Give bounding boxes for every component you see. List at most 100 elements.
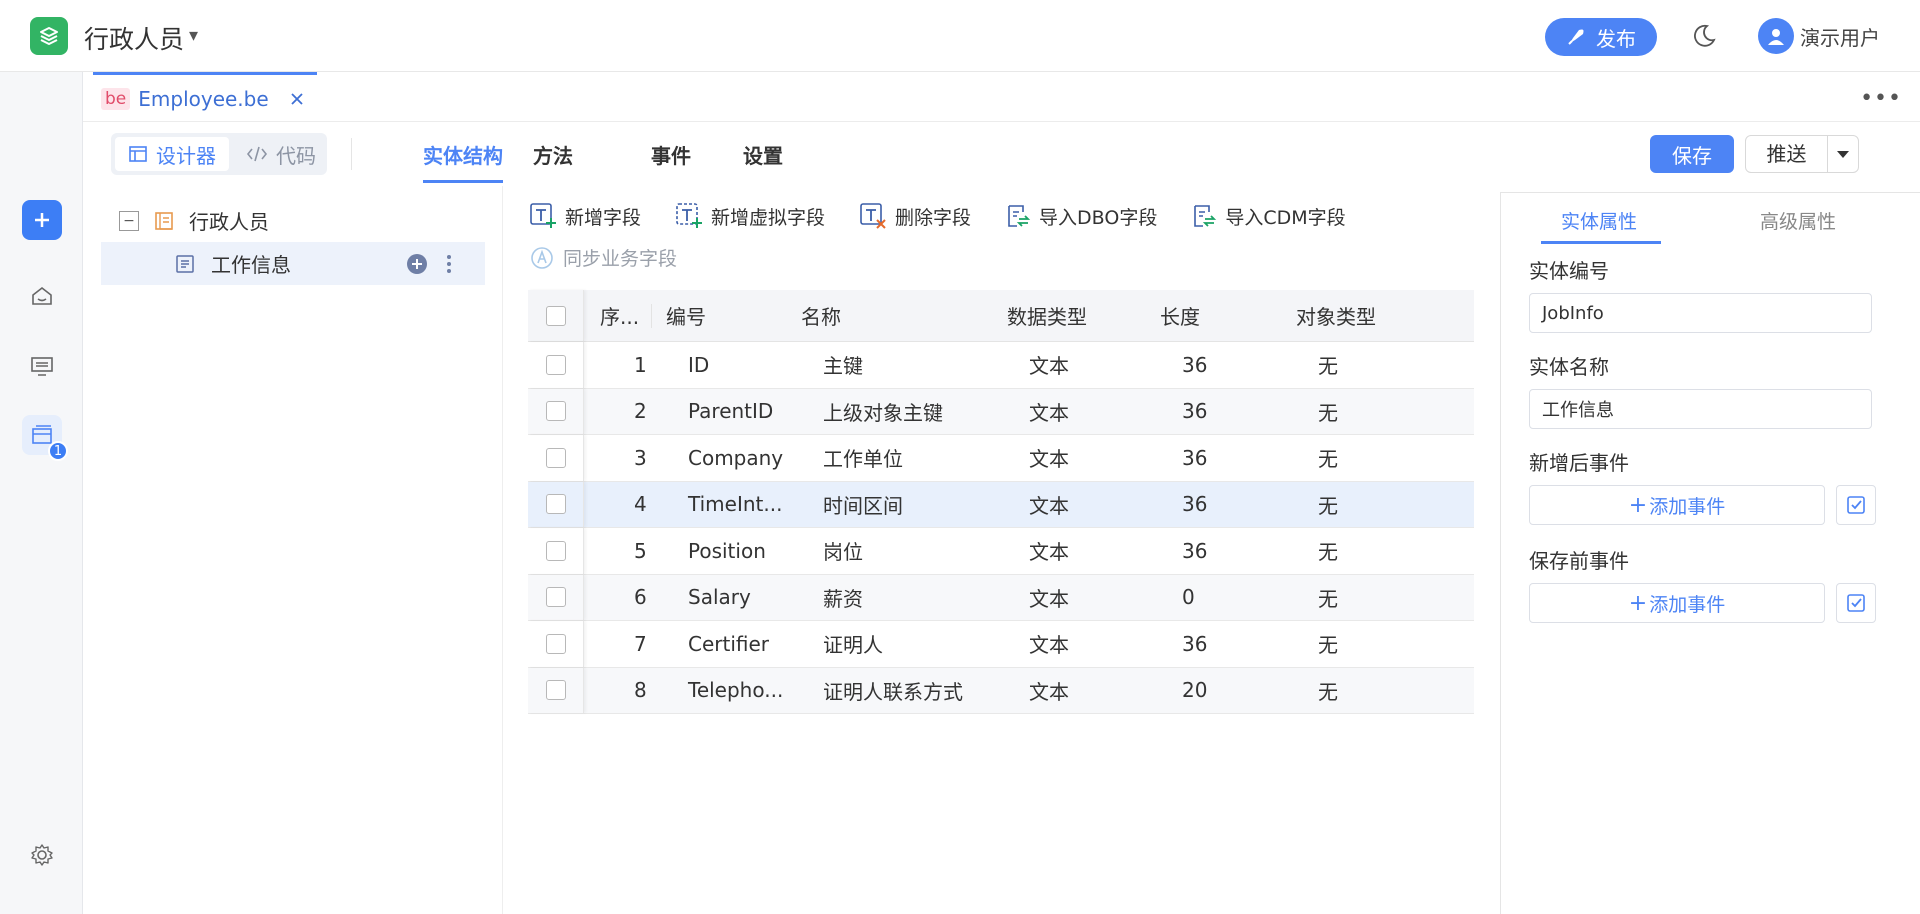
import-dbo-label: 导入DBO字段 xyxy=(1039,206,1158,229)
after-add-event-label: 新增后事件 xyxy=(1529,451,1629,475)
table-row[interactable]: 1 ID 主键 文本 36 无 xyxy=(528,342,1474,389)
row-checkbox[interactable] xyxy=(545,680,566,701)
add-field-label: 新增字段 xyxy=(565,206,642,229)
entity-root-icon xyxy=(155,211,173,230)
import-dbo-icon xyxy=(1008,205,1031,227)
entity-name-field[interactable]: 工作信息 xyxy=(1529,389,1872,429)
save-button[interactable]: 保存 xyxy=(1650,135,1734,173)
publish-button[interactable]: 发布 xyxy=(1545,18,1657,56)
table-row[interactable]: 2 ParentID 上级对象主键 文本 36 无 xyxy=(528,388,1474,435)
entity-models-icon[interactable]: 1 xyxy=(22,415,68,461)
cell-code: TimeInt... xyxy=(688,492,783,517)
settings-gear-icon[interactable] xyxy=(22,835,62,875)
caret-down-icon[interactable]: ▾ xyxy=(189,25,198,46)
delete-field-button[interactable]: 删除字段 xyxy=(859,202,971,230)
edit-event-icon[interactable] xyxy=(1836,485,1876,525)
table-row[interactable]: 3 Company 工作单位 文本 36 无 xyxy=(528,435,1474,482)
col-header-code[interactable]: 编号 xyxy=(652,301,785,330)
home-icon[interactable] xyxy=(22,276,62,316)
tab-settings[interactable]: 设置 xyxy=(743,140,783,169)
cell-objecttype: 无 xyxy=(1318,493,1338,518)
table-row[interactable]: 7 Certifier 证明人 文本 36 无 xyxy=(528,621,1474,668)
row-checkbox[interactable] xyxy=(545,401,566,422)
add-icon[interactable] xyxy=(22,200,62,240)
entity-code-field[interactable]: JobInfo xyxy=(1529,293,1872,333)
tree-child-node[interactable]: 工作信息 xyxy=(101,242,485,285)
col-header-datatype[interactable]: 数据类型 xyxy=(991,301,1144,330)
col-header-objecttype[interactable]: 对象类型 xyxy=(1280,301,1474,330)
cell-name: 岗位 xyxy=(823,540,863,565)
cell-length: 36 xyxy=(1182,399,1208,424)
col-header-length[interactable]: 长度 xyxy=(1144,301,1280,330)
add-field-icon xyxy=(530,203,556,228)
edit-event-icon[interactable] xyxy=(1836,583,1876,623)
close-icon[interactable] xyxy=(289,91,305,107)
cell-name: 时间区间 xyxy=(823,493,903,518)
cell-code: Telepho... xyxy=(688,678,784,703)
app-logo-icon[interactable] xyxy=(30,17,68,55)
row-checkbox[interactable] xyxy=(545,354,566,375)
delete-field-label: 删除字段 xyxy=(895,206,972,229)
push-button[interactable]: 推送 xyxy=(1746,136,1828,172)
layout-icon xyxy=(129,146,147,162)
tree-root-node[interactable]: − 行政人员 xyxy=(119,206,269,235)
field-actions: 新增字段 新增虚拟字段 删除字段 导入DBO字段 导入CDM字段 xyxy=(529,202,1346,230)
monitor-icon[interactable] xyxy=(22,346,62,386)
code-toggle[interactable]: 代码 xyxy=(241,137,321,171)
tab-entity-properties[interactable]: 实体属性 xyxy=(1561,207,1637,234)
cell-seq: 6 xyxy=(634,585,647,610)
tree-child-label: 工作信息 xyxy=(211,253,291,277)
collapse-icon[interactable]: − xyxy=(119,210,139,231)
row-select-cell xyxy=(528,528,584,574)
cell-code: Position xyxy=(688,538,766,563)
tree-root-label: 行政人员 xyxy=(189,210,269,234)
table-row[interactable]: 4 TimeInt... 时间区间 文本 36 无 xyxy=(528,481,1474,528)
import-cdm-label: 导入CDM字段 xyxy=(1225,206,1346,229)
cell-seq: 5 xyxy=(634,538,647,563)
add-virtual-field-icon xyxy=(676,203,703,228)
row-checkbox[interactable] xyxy=(545,447,566,468)
toolbar-divider xyxy=(351,138,352,170)
moon-icon[interactable] xyxy=(1690,22,1718,54)
row-checkbox[interactable] xyxy=(545,587,566,608)
designer-label: 设计器 xyxy=(156,143,216,168)
col-header-seq[interactable]: 序... xyxy=(584,301,651,330)
table-row[interactable]: 5 Position 岗位 文本 36 无 xyxy=(528,528,1474,575)
add-child-icon[interactable] xyxy=(406,253,428,275)
tab-events[interactable]: 事件 xyxy=(651,140,691,169)
tab-entity-structure[interactable]: 实体结构 xyxy=(423,140,503,183)
app-title[interactable]: 行政人员 xyxy=(84,20,184,56)
table-row[interactable]: 8 Telepho... 证明人联系方式 文本 20 无 xyxy=(528,667,1474,714)
file-tab-employee[interactable]: be Employee.be xyxy=(93,72,317,122)
tab-methods[interactable]: 方法 xyxy=(533,140,573,169)
cell-datatype: 文本 xyxy=(1029,400,1069,425)
cell-length: 36 xyxy=(1182,445,1208,470)
import-cdm-field-button[interactable]: 导入CDM字段 xyxy=(1191,202,1346,230)
add-virtual-field-button[interactable]: 新增虚拟字段 xyxy=(675,202,825,230)
sync-business-fields-button[interactable]: 同步业务字段 xyxy=(529,244,677,271)
row-checkbox[interactable] xyxy=(545,540,566,561)
cell-code: Salary xyxy=(688,585,751,610)
designer-toggle[interactable]: 设计器 xyxy=(115,137,229,171)
add-field-button[interactable]: 新增字段 xyxy=(529,202,641,230)
user-menu[interactable]: 演示用户 xyxy=(1758,18,1880,54)
kebab-menu-icon[interactable] xyxy=(445,253,453,275)
row-checkbox[interactable] xyxy=(545,494,566,515)
cell-datatype: 文本 xyxy=(1029,679,1069,704)
add-before-save-event-button[interactable]: + 添加事件 xyxy=(1529,583,1825,623)
user-name: 演示用户 xyxy=(1800,25,1880,50)
cell-code: Company xyxy=(688,445,784,470)
entity-code-label: 实体编号 xyxy=(1529,259,1609,283)
add-after-add-event-button[interactable]: + 添加事件 xyxy=(1529,485,1825,525)
table-row[interactable]: 6 Salary 薪资 文本 0 无 xyxy=(528,574,1474,621)
import-dbo-field-button[interactable]: 导入DBO字段 xyxy=(1005,202,1157,230)
row-checkbox[interactable] xyxy=(545,633,566,654)
entity-name-label: 实体名称 xyxy=(1529,355,1609,379)
more-options-icon[interactable]: ••• xyxy=(1860,86,1902,111)
tab-advanced-properties[interactable]: 高级属性 xyxy=(1760,207,1836,234)
select-all-checkbox[interactable] xyxy=(545,305,566,326)
plus-icon: + xyxy=(1628,590,1648,616)
cell-seq: 1 xyxy=(634,352,647,377)
push-dropdown-caret-icon[interactable] xyxy=(1828,149,1858,159)
col-header-name[interactable]: 名称 xyxy=(785,301,991,330)
